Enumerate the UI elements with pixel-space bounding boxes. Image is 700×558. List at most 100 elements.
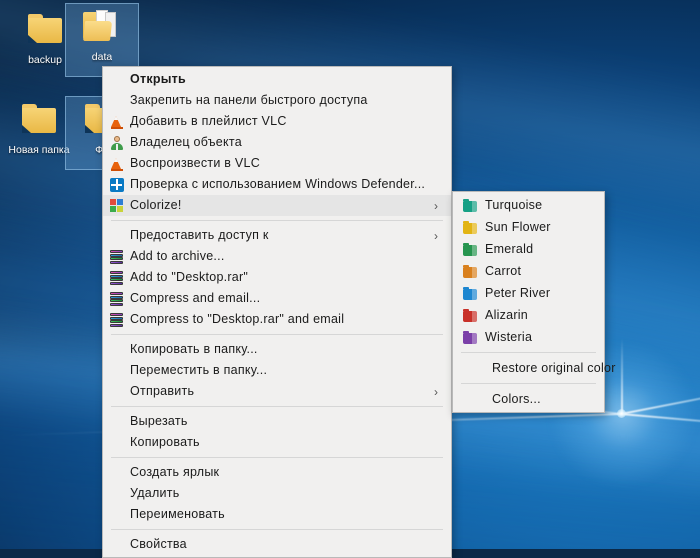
menu-item-icon — [103, 485, 130, 503]
colors-dialog-item[interactable]: Colors... — [453, 388, 604, 410]
desktop-icon-glyph — [16, 101, 62, 141]
color-option-label: Emerald — [485, 241, 534, 256]
menu-item-icon — [103, 71, 130, 89]
menu-item-icon — [103, 536, 130, 554]
menu-item-copy[interactable]: Копировать — [103, 432, 451, 453]
menu-item-icon — [103, 134, 130, 152]
menu-item-cut[interactable]: Вырезать — [103, 411, 451, 432]
menu-item-add-to-desktop-rar[interactable]: Add to "Desktop.rar" — [103, 267, 451, 288]
menu-item-move-to-folder[interactable]: Переместить в папку... — [103, 360, 451, 381]
menu-item-open[interactable]: Открыть — [103, 69, 451, 90]
colors-dialog-label: Colors... — [492, 391, 541, 406]
menu-item-label: Переместить в папку... — [130, 363, 268, 377]
menu-item-properties[interactable]: Свойства — [103, 534, 451, 555]
menu-item-label: Предоставить доступ к — [130, 228, 269, 242]
menu-item-delete[interactable]: Удалить — [103, 483, 451, 504]
menu-item-copy-to-folder[interactable]: Копировать в папку... — [103, 339, 451, 360]
menu-item-defender-scan[interactable]: Проверка с использованием Windows Defend… — [103, 174, 451, 195]
color-option-peter-river[interactable]: Peter River — [453, 282, 604, 304]
menu-item-create-shortcut[interactable]: Создать ярлык — [103, 462, 451, 483]
menu-separator — [111, 220, 443, 221]
color-option-label: Carrot — [485, 263, 522, 278]
menu-item-icon — [103, 92, 130, 110]
winrar-icon — [109, 271, 124, 285]
menu-item-label: Проверка с использованием Windows Defend… — [130, 177, 426, 191]
menu-separator — [111, 529, 443, 530]
menu-item-label: Вырезать — [130, 414, 188, 428]
open-folder-icon — [83, 10, 121, 41]
menu-item-label: Compress and email... — [130, 291, 261, 305]
color-swatch-icon — [459, 284, 481, 302]
color-swatch-icon — [459, 328, 481, 346]
desktop-icon-glyph — [22, 11, 68, 51]
menu-item-add-vlc-playlist[interactable]: Добавить в плейлист VLC — [103, 111, 451, 132]
menu-item-icon — [103, 227, 130, 245]
color-option-wisteria[interactable]: Wisteria — [453, 326, 604, 348]
menu-item-share-access[interactable]: Предоставить доступ к › — [103, 225, 451, 246]
menu-item-icon — [103, 362, 130, 380]
menu-item-label: Удалить — [130, 486, 180, 500]
desktop-icon-label: backup — [28, 54, 62, 66]
chevron-right-icon: › — [434, 228, 438, 243]
menu-item-label: Закрепить на панели быстрого доступа — [130, 93, 368, 107]
shield-icon — [109, 177, 124, 192]
color-option-turquoise[interactable]: Turquoise — [453, 194, 604, 216]
menu-separator — [111, 334, 443, 335]
color-option-emerald[interactable]: Emerald — [453, 238, 604, 260]
folder-color-swatch — [463, 198, 477, 212]
desktop-icon-glyph — [79, 8, 125, 48]
menu-item-label: Копировать в папку... — [130, 342, 258, 356]
color-option-carrot[interactable]: Carrot — [453, 260, 604, 282]
color-option-label: Alizarin — [485, 307, 528, 322]
menu-item-icon — [103, 311, 130, 329]
color-option-label: Peter River — [485, 285, 551, 300]
color-option-sun-flower[interactable]: Sun Flower — [453, 216, 604, 238]
menu-item-play-vlc[interactable]: Воспроизвести в VLC — [103, 153, 451, 174]
folder-color-swatch — [463, 264, 477, 278]
desktop-icon-label: Новая папка — [8, 144, 70, 156]
color-option-alizarin[interactable]: Alizarin — [453, 304, 604, 326]
menu-item-icon — [103, 290, 130, 308]
winrar-icon — [109, 292, 124, 306]
folder-icon — [28, 14, 62, 43]
menu-item-compress-and-email[interactable]: Compress and email... — [103, 288, 451, 309]
menu-item-label: Копировать — [130, 435, 200, 449]
menu-item-icon — [103, 506, 130, 524]
menu-item-icon — [103, 155, 130, 173]
user-icon — [110, 136, 123, 150]
wallpaper-ray — [621, 338, 623, 414]
folder-color-swatch — [463, 220, 477, 234]
menu-separator — [111, 406, 443, 407]
menu-item-object-owner[interactable]: Владелец объекта — [103, 132, 451, 153]
vlc-icon — [110, 157, 123, 171]
color-swatch-icon — [459, 240, 481, 258]
folder-icon — [22, 104, 56, 133]
menu-item-label: Открыть — [130, 72, 186, 86]
restore-original-color-item[interactable]: Restore original color — [453, 357, 615, 379]
restore-original-color-label: Restore original color — [492, 360, 616, 375]
desktop-icon-label: data — [91, 51, 113, 63]
menu-item-label: Воспроизвести в VLC — [130, 156, 260, 170]
menu-item-compress-to-rar-and-email[interactable]: Compress to "Desktop.rar" and email — [103, 309, 451, 330]
folder-context-menu[interactable]: Открыть Закрепить на панели быстрого дост… — [102, 66, 452, 558]
menu-item-label: Свойства — [130, 537, 187, 551]
folder-color-swatch — [463, 286, 477, 300]
menu-separator — [461, 383, 596, 384]
menu-separator — [461, 352, 596, 353]
menu-item-icon — [103, 341, 130, 359]
menu-item-label: Владелец объекта — [130, 135, 242, 149]
winrar-icon — [109, 313, 124, 327]
colorize-submenu[interactable]: Turquoise Sun Flower Emerald Carrot Peter Ri… — [452, 191, 615, 413]
menu-item-label: Add to "Desktop.rar" — [130, 270, 249, 284]
menu-item-icon — [103, 248, 130, 266]
menu-item-send-to[interactable]: Отправить › — [103, 381, 451, 402]
menu-item-pin-quick-access[interactable]: Закрепить на панели быстрого доступа — [103, 90, 451, 111]
menu-item-rename[interactable]: Переименовать — [103, 504, 451, 525]
menu-item-icon — [103, 197, 130, 215]
menu-item-add-to-archive[interactable]: Add to archive... — [103, 246, 451, 267]
menu-item-icon — [103, 383, 130, 401]
menu-item-icon — [103, 176, 130, 194]
menu-item-colorize[interactable]: Colorize! › — [103, 195, 451, 216]
menu-item-label: Добавить в плейлист VLC — [130, 114, 287, 128]
menu-item-icon — [103, 269, 130, 287]
